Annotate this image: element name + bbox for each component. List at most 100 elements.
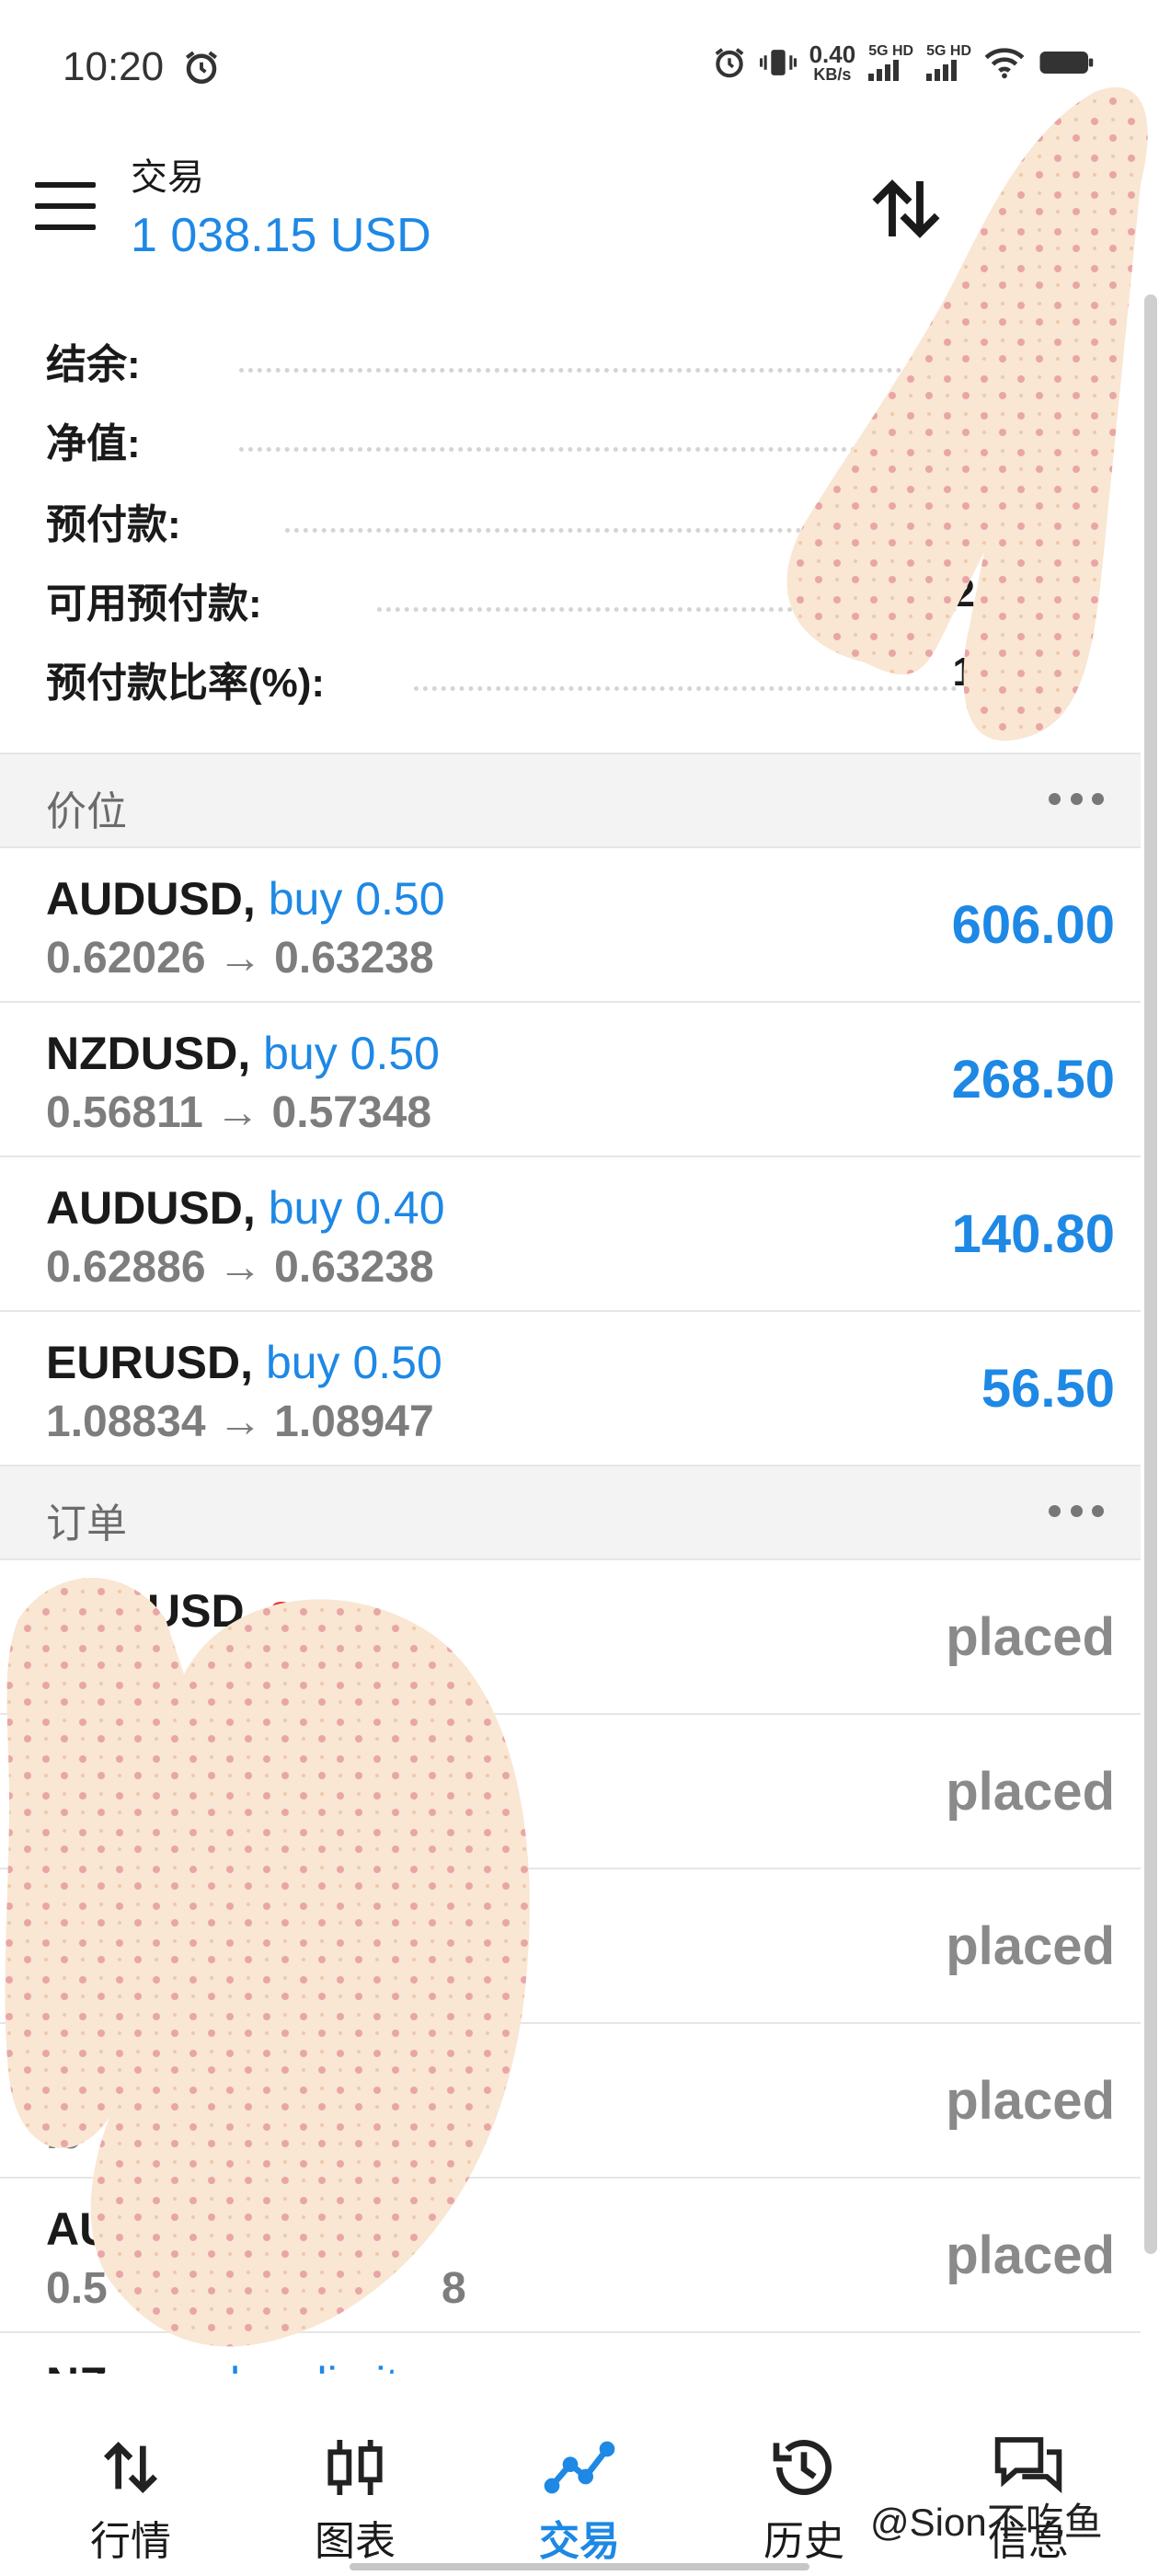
summary-row-margin-level: 预付款比率(%): 1 — [46, 650, 1104, 708]
position-direction: buy 0.40 — [268, 1182, 445, 1234]
signal-sim2: 5G HD — [926, 44, 971, 81]
nav-item-history[interactable]: 历史 — [712, 2374, 896, 2564]
summary-label: 可用预付款: — [46, 570, 271, 629]
position-header: AUDUSD, buy 0.40 — [46, 1181, 445, 1235]
signal-sim1-label: 5G HD — [868, 43, 914, 59]
position-profit: 56.50 — [981, 1359, 1115, 1419]
position-symbol: EURUSD, — [46, 1337, 254, 1388]
order-status: placed — [946, 1916, 1115, 1976]
battery-icon — [1039, 52, 1094, 74]
order-status: placed — [946, 1762, 1115, 1822]
signal-sim2-label: 5G HD — [926, 43, 971, 59]
order-details: 0 at — [230, 1800, 306, 1849]
home-indicator[interactable] — [350, 2563, 809, 2570]
summary-value: 2 — [952, 570, 975, 615]
position-prices: 0.56811 → 0.57348 — [46, 1088, 432, 1137]
order-symbol: D, — [184, 1894, 230, 1946]
history-clock-icon — [773, 2440, 832, 2496]
trade-line-icon — [544, 2441, 615, 2494]
position-row[interactable]: AUDUSD, buy 0.40 0.62886 → 0.63238 140.8… — [0, 1157, 1141, 1312]
order-header: USD, s — [147, 1584, 293, 1638]
order-symbol: USD, — [147, 1585, 258, 1637]
order-row[interactable]: y l 0 at placed — [0, 1715, 1141, 1869]
order-details-end: 8 — [442, 2264, 466, 2313]
network-speed: 0.40 KB/s — [809, 42, 856, 83]
summary-label: 预付款: — [46, 491, 190, 550]
position-row[interactable]: EURUSD, buy 0.50 1.08834 → 1.08947 56.50 — [0, 1312, 1141, 1466]
order-row[interactable]: .0 placed — [0, 2024, 1141, 2179]
app-header: 交易 1 038.15 USD — [0, 138, 1159, 294]
more-options-icon[interactable] — [1049, 793, 1104, 811]
alarm-icon — [715, 48, 743, 78]
dotted-leader — [285, 528, 920, 533]
order-status: placed — [946, 2071, 1115, 2131]
summary-row-equity: 净值: — [46, 410, 1104, 469]
candlestick-chart-icon — [327, 2440, 383, 2495]
position-prices: 0.62886 → 0.63238 — [46, 1243, 434, 1292]
position-profit: 140.80 — [951, 1204, 1115, 1264]
order-details: 0.5 8 — [46, 2263, 466, 2314]
nav-item-charts[interactable]: 图表 — [263, 2374, 447, 2564]
signal-bars-icon — [926, 59, 958, 81]
summary-label: 结余: — [46, 331, 150, 390]
order-details-start: 0.5 — [46, 2264, 108, 2313]
position-symbol: NZDUSD, — [46, 1028, 251, 1079]
nav-label: 图表 — [315, 2519, 396, 2564]
position-direction: buy 0.50 — [268, 873, 445, 925]
nav-item-trade[interactable]: 交易 — [488, 2374, 671, 2564]
position-prices: 0.62026 → 0.63238 — [46, 934, 434, 983]
order-symbol: AUDU — [46, 2203, 179, 2255]
order-header: y l — [267, 1739, 313, 1792]
order-details: 00 — [207, 1955, 257, 2004]
sort-arrows-icon[interactable] — [865, 167, 947, 250]
status-time: 10:20 — [63, 44, 165, 89]
order-header: AUDU — [46, 2202, 178, 2256]
position-header: EURUSD, buy 0.50 — [46, 1336, 442, 1389]
bottom-navigation: 行情 图表 交易 历史 信息 @Sion不吃鱼 — [0, 2374, 1159, 2576]
position-row[interactable]: AUDUSD, buy 0.50 0.62026 → 0.63238 606.0… — [0, 848, 1141, 1003]
position-prices: 1.08834 → 1.08947 — [46, 1397, 434, 1446]
account-summary: 结余: 净值: 预付款: 可用预付款: 2 预付款比率(%): 1 — [0, 331, 1159, 745]
position-row[interactable]: NZDUSD, buy 0.50 0.56811 → 0.57348 268.5… — [0, 1003, 1141, 1157]
summary-value: 1 — [952, 650, 975, 695]
account-balance: 1 038.15 USD — [131, 209, 431, 262]
order-row[interactable]: AUDU 0.5 8 placed — [0, 2179, 1141, 2333]
network-speed-unit: KB/s — [813, 65, 852, 84]
position-profit: 268.50 — [951, 1050, 1115, 1110]
order-row[interactable]: USD, s placed — [0, 1560, 1141, 1715]
order-status: placed — [946, 2225, 1115, 2285]
menu-icon[interactable] — [35, 182, 96, 230]
dotted-leader — [239, 368, 920, 373]
watermark: @Sion不吃鱼 — [870, 2501, 1103, 2544]
nav-label: 历史 — [763, 2519, 844, 2564]
dotted-leader — [239, 447, 920, 452]
order-header: D, bu — [184, 1893, 294, 1947]
summary-row-margin: 预付款: — [46, 491, 1104, 550]
order-row[interactable]: D, bu 00 placed — [0, 1869, 1141, 2024]
orders-title: 订单 — [46, 1501, 127, 1547]
order-direction: y l — [267, 1740, 313, 1791]
nav-label: 行情 — [90, 2519, 171, 2564]
position-symbol: AUDUSD, — [46, 1182, 256, 1234]
alarm-icon — [185, 51, 218, 85]
more-options-icon[interactable] — [1049, 1505, 1104, 1524]
summary-label: 预付款比率(%): — [46, 650, 335, 708]
dotted-leader — [377, 607, 957, 612]
order-direction: bu — [242, 1894, 294, 1946]
summary-row-free-margin: 可用预付款: 2 — [46, 570, 1104, 629]
position-direction: buy 0.50 — [265, 1337, 442, 1388]
position-profit: 606.00 — [951, 895, 1115, 955]
vibrate-icon — [759, 50, 797, 75]
order-status: placed — [946, 1607, 1115, 1667]
network-speed-value: 0.40 — [809, 40, 856, 68]
position-header: NZDUSD, buy 0.50 — [46, 1027, 440, 1080]
scrollbar[interactable] — [1144, 294, 1157, 2254]
positions-section-header: 价位 — [0, 753, 1141, 848]
status-bar: 10:20 0.40 KB/s 5G HD 5G HD — [0, 0, 1159, 138]
order-details: .0 — [46, 2110, 84, 2158]
nav-item-quotes[interactable]: 行情 — [39, 2374, 223, 2564]
status-icons: 0.40 KB/s 5G HD 5G HD — [712, 42, 1095, 83]
summary-row-balance: 结余: — [46, 331, 1104, 390]
dotted-leader — [414, 686, 957, 691]
quotes-arrows-icon — [103, 2441, 158, 2494]
